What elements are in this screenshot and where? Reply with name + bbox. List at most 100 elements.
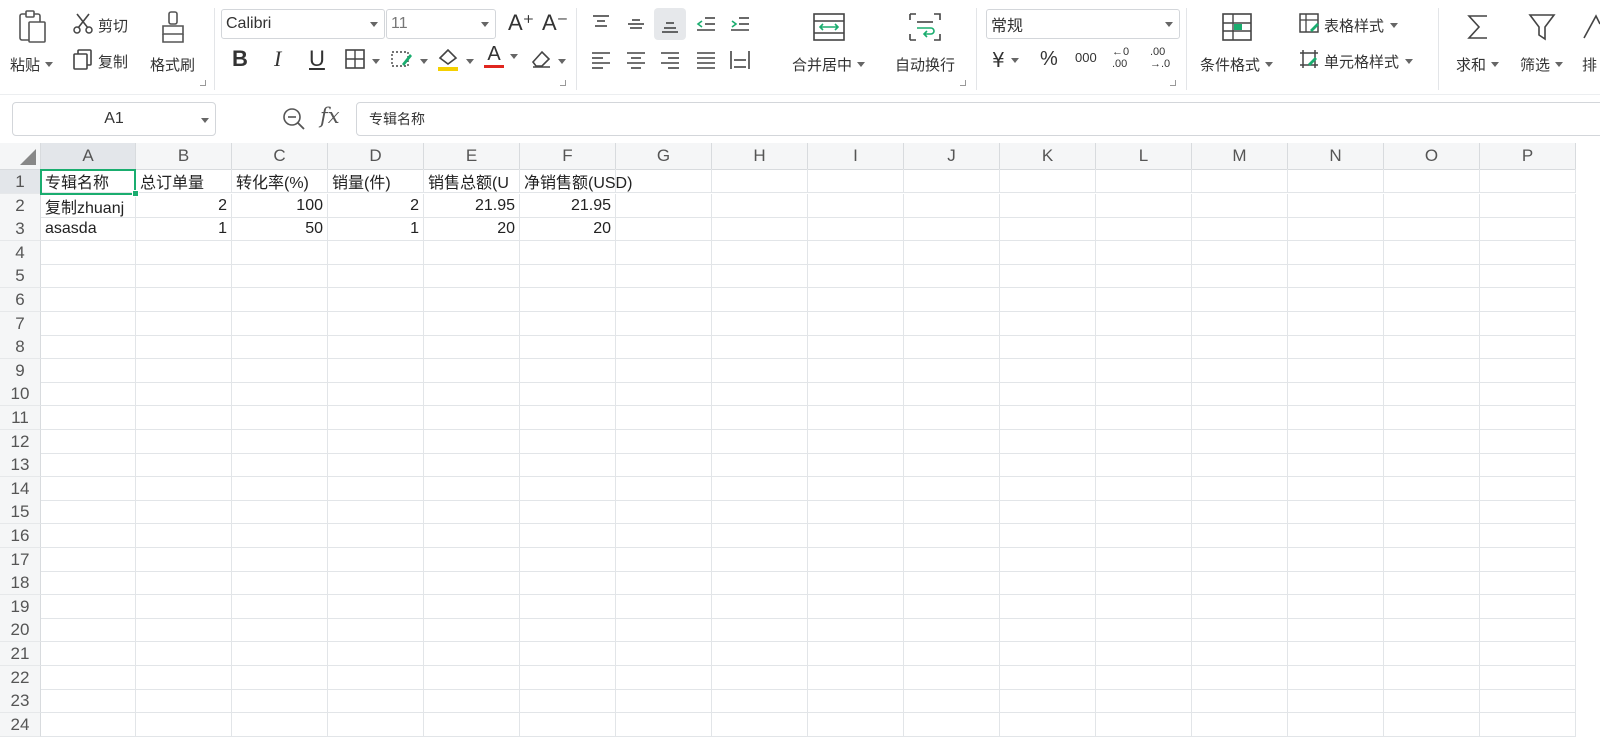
cell-b14[interactable] bbox=[136, 477, 232, 501]
cell-b10[interactable] bbox=[136, 382, 232, 406]
cell-j2[interactable] bbox=[904, 194, 1000, 218]
justify-icon[interactable] bbox=[690, 44, 722, 76]
cell-o7[interactable] bbox=[1384, 312, 1480, 336]
column-header-k[interactable]: K bbox=[1000, 143, 1096, 170]
cell-g21[interactable] bbox=[616, 642, 712, 666]
row-header-5[interactable]: 5 bbox=[0, 264, 41, 288]
cell-c9[interactable] bbox=[232, 359, 328, 383]
cell-k12[interactable] bbox=[1000, 430, 1096, 454]
cell-e14[interactable] bbox=[424, 477, 520, 501]
cell-h19[interactable] bbox=[712, 595, 808, 619]
font-color-button[interactable]: A bbox=[484, 44, 518, 68]
cell-c22[interactable] bbox=[232, 666, 328, 690]
cell-m18[interactable] bbox=[1192, 571, 1288, 595]
cell-o8[interactable] bbox=[1384, 335, 1480, 359]
cell-i19[interactable] bbox=[808, 595, 904, 619]
cell-l7[interactable] bbox=[1096, 312, 1192, 336]
cell-d22[interactable] bbox=[328, 666, 424, 690]
decrease-font-size-button[interactable]: A⁻ bbox=[542, 10, 568, 36]
clear-format-button[interactable] bbox=[530, 48, 566, 74]
cell-f4[interactable] bbox=[520, 241, 616, 265]
cell-i18[interactable] bbox=[808, 571, 904, 595]
row-header-11[interactable]: 11 bbox=[0, 406, 41, 430]
cell-k19[interactable] bbox=[1000, 595, 1096, 619]
cell-g17[interactable] bbox=[616, 548, 712, 572]
cell-p14[interactable] bbox=[1480, 477, 1576, 501]
cell-b9[interactable] bbox=[136, 359, 232, 383]
cell-k16[interactable] bbox=[1000, 524, 1096, 548]
cell-b19[interactable] bbox=[136, 595, 232, 619]
cell-e5[interactable] bbox=[424, 264, 520, 288]
cell-n2[interactable] bbox=[1288, 194, 1384, 218]
cell-o3[interactable] bbox=[1384, 217, 1480, 241]
borders-button[interactable] bbox=[344, 48, 380, 74]
cell-k14[interactable] bbox=[1000, 477, 1096, 501]
cell-d24[interactable] bbox=[328, 713, 424, 737]
cell-b7[interactable] bbox=[136, 312, 232, 336]
cell-l1[interactable] bbox=[1096, 169, 1192, 193]
zoom-search-icon[interactable] bbox=[282, 107, 306, 135]
cell-j14[interactable] bbox=[904, 477, 1000, 501]
name-box[interactable]: A1 bbox=[12, 102, 216, 136]
increase-indent-icon[interactable] bbox=[724, 8, 756, 40]
cell-j24[interactable] bbox=[904, 713, 1000, 737]
column-header-a[interactable]: A bbox=[41, 143, 136, 170]
cell-e18[interactable] bbox=[424, 571, 520, 595]
cell-h21[interactable] bbox=[712, 642, 808, 666]
cell-style-brush-button[interactable] bbox=[390, 48, 428, 74]
insert-function-button[interactable]: fx bbox=[320, 104, 340, 128]
cell-l18[interactable] bbox=[1096, 571, 1192, 595]
cell-m17[interactable] bbox=[1192, 548, 1288, 572]
cell-k1[interactable] bbox=[1000, 169, 1096, 193]
cell-g5[interactable] bbox=[616, 264, 712, 288]
cell-style-button[interactable]: 单元格样式 bbox=[1298, 48, 1414, 74]
cell-c7[interactable] bbox=[232, 312, 328, 336]
cell-c2[interactable]: 100 bbox=[232, 194, 328, 218]
cell-g11[interactable] bbox=[616, 406, 712, 430]
cell-a11[interactable] bbox=[41, 406, 136, 430]
cell-h14[interactable] bbox=[712, 477, 808, 501]
cell-d5[interactable] bbox=[328, 264, 424, 288]
paste-button[interactable]: 粘贴 bbox=[10, 10, 54, 75]
cell-m20[interactable] bbox=[1192, 618, 1288, 642]
increase-decimal-button[interactable]: ←0 .00 bbox=[1112, 46, 1129, 70]
cell-e22[interactable] bbox=[424, 666, 520, 690]
cell-j9[interactable] bbox=[904, 359, 1000, 383]
cell-h1[interactable] bbox=[712, 169, 808, 193]
cell-a13[interactable] bbox=[41, 453, 136, 477]
cell-l17[interactable] bbox=[1096, 548, 1192, 572]
cell-h20[interactable] bbox=[712, 618, 808, 642]
cell-h13[interactable] bbox=[712, 453, 808, 477]
cell-h8[interactable] bbox=[712, 335, 808, 359]
cell-l6[interactable] bbox=[1096, 288, 1192, 312]
cell-n14[interactable] bbox=[1288, 477, 1384, 501]
cell-o16[interactable] bbox=[1384, 524, 1480, 548]
decrease-indent-icon[interactable] bbox=[690, 8, 722, 40]
column-header-i[interactable]: I bbox=[808, 143, 904, 170]
cell-m3[interactable] bbox=[1192, 217, 1288, 241]
cell-o6[interactable] bbox=[1384, 288, 1480, 312]
cell-i20[interactable] bbox=[808, 618, 904, 642]
cell-k24[interactable] bbox=[1000, 713, 1096, 737]
cell-l19[interactable] bbox=[1096, 595, 1192, 619]
cell-d18[interactable] bbox=[328, 571, 424, 595]
cell-n13[interactable] bbox=[1288, 453, 1384, 477]
cell-j17[interactable] bbox=[904, 548, 1000, 572]
cell-d8[interactable] bbox=[328, 335, 424, 359]
cell-d6[interactable] bbox=[328, 288, 424, 312]
cell-k23[interactable] bbox=[1000, 689, 1096, 713]
cell-f1[interactable]: 净销售额(USD) bbox=[520, 169, 632, 193]
cell-f16[interactable] bbox=[520, 524, 616, 548]
cell-d2[interactable]: 2 bbox=[328, 194, 424, 218]
cell-j11[interactable] bbox=[904, 406, 1000, 430]
column-header-h[interactable]: H bbox=[712, 143, 808, 170]
column-header-j[interactable]: J bbox=[904, 143, 1000, 170]
row-header-21[interactable]: 21 bbox=[0, 642, 41, 666]
cell-b17[interactable] bbox=[136, 548, 232, 572]
cell-b4[interactable] bbox=[136, 241, 232, 265]
cell-b2[interactable]: 2 bbox=[136, 194, 232, 218]
cell-l11[interactable] bbox=[1096, 406, 1192, 430]
cell-h17[interactable] bbox=[712, 548, 808, 572]
select-all-corner[interactable] bbox=[0, 143, 41, 170]
merge-center-button[interactable]: 合并居中 bbox=[792, 12, 866, 75]
